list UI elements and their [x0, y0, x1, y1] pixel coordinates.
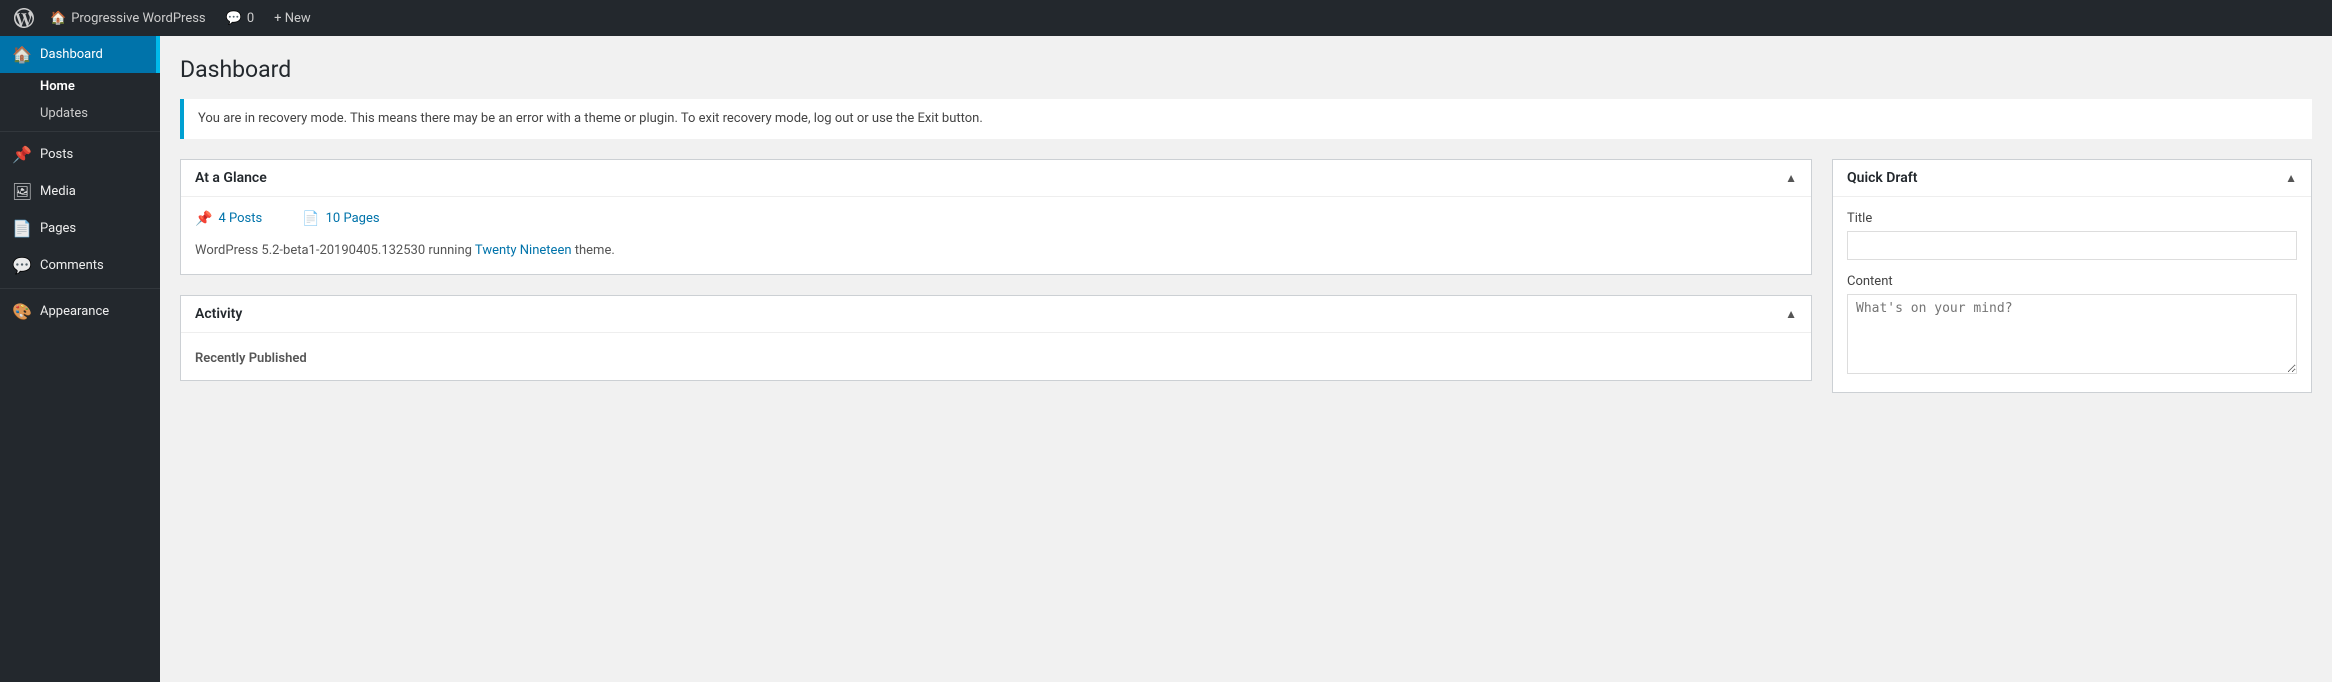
page-title: Dashboard	[180, 56, 2312, 83]
admin-bar-new[interactable]: + New	[266, 0, 319, 36]
sidebar-item-appearance[interactable]: 🎨 Appearance	[0, 293, 160, 330]
at-a-glance-toggle[interactable]: ▲	[1785, 171, 1797, 185]
home-sub-label: Home	[40, 79, 75, 94]
theme-name: Twenty Nineteen	[475, 243, 572, 258]
sidebar-subitem-updates[interactable]: Updates	[0, 100, 160, 127]
activity-body: Recently Published	[181, 333, 1811, 380]
sidebar-item-pages[interactable]: 📄 Pages	[0, 210, 160, 247]
pages-stat-icon: 📄	[302, 211, 319, 227]
dashboard-icon: 🏠	[12, 45, 32, 64]
at-a-glance-header: At a Glance ▲	[181, 160, 1811, 197]
wp-logo[interactable]	[10, 0, 38, 36]
menu-separator-1	[0, 131, 160, 132]
wp-admin: 🏠 Dashboard Home Updates 📌 Posts 🖼 Media…	[0, 36, 2332, 682]
new-label: + New	[274, 11, 311, 26]
pages-icon: 📄	[12, 219, 32, 238]
wp-version-text: WordPress 5.2-beta1-20190405.132530 runn…	[195, 243, 475, 258]
site-name: Progressive WordPress	[71, 11, 205, 26]
media-icon: 🖼	[12, 182, 32, 201]
right-column: Quick Draft ▲ Title Content	[1832, 159, 2312, 393]
quick-draft-widget: Quick Draft ▲ Title Content	[1832, 159, 2312, 393]
recovery-notice-text: You are in recovery mode. This means the…	[198, 111, 983, 126]
activity-title: Activity	[195, 306, 242, 322]
pages-stat-count: 10 Pages	[326, 211, 380, 226]
updates-sub-label: Updates	[40, 106, 88, 121]
admin-bar: 🏠 Progressive WordPress 💬 0 + New	[0, 0, 2332, 36]
comments-icon: 💬	[226, 11, 242, 26]
posts-icon: 📌	[12, 145, 32, 164]
title-input[interactable]	[1847, 231, 2297, 260]
sidebar-item-posts[interactable]: 📌 Posts	[0, 136, 160, 173]
theme-suffix: theme.	[572, 243, 615, 258]
at-a-glance-body: 📌 4 Posts 📄 10 Pages WordPress 5.2-beta1…	[181, 197, 1811, 275]
activity-header: Activity ▲	[181, 296, 1811, 333]
sidebar-posts-label: Posts	[40, 147, 73, 162]
admin-bar-site[interactable]: 🏠 Progressive WordPress	[42, 0, 214, 36]
sidebar-dashboard-label: Dashboard	[40, 47, 103, 62]
sidebar-item-media[interactable]: 🖼 Media	[0, 173, 160, 210]
title-label: Title	[1847, 211, 2297, 226]
at-a-glance-widget: At a Glance ▲ 📌 4 Posts 📄 10 Pages	[180, 159, 1812, 276]
dashboard-grid: At a Glance ▲ 📌 4 Posts 📄 10 Pages	[180, 159, 2312, 393]
theme-link[interactable]: Twenty Nineteen	[475, 243, 572, 258]
menu-separator-2	[0, 288, 160, 289]
content-textarea[interactable]	[1847, 294, 2297, 374]
at-glance-description: WordPress 5.2-beta1-20190405.132530 runn…	[195, 241, 1797, 261]
activity-widget: Activity ▲ Recently Published	[180, 295, 1812, 381]
quick-draft-toggle[interactable]: ▲	[2285, 171, 2297, 185]
quick-draft-header: Quick Draft ▲	[1833, 160, 2311, 197]
sidebar-subitem-home[interactable]: Home	[0, 73, 160, 100]
sidebar-appearance-label: Appearance	[40, 304, 109, 319]
sidebar-pages-label: Pages	[40, 221, 76, 236]
quick-draft-title: Quick Draft	[1847, 170, 1917, 186]
comments-sidebar-icon: 💬	[12, 256, 32, 275]
at-glance-stats: 📌 4 Posts 📄 10 Pages	[195, 211, 1797, 227]
appearance-icon: 🎨	[12, 302, 32, 321]
content-label: Content	[1847, 274, 2297, 289]
at-a-glance-title: At a Glance	[195, 170, 267, 186]
recovery-notice: You are in recovery mode. This means the…	[180, 99, 2312, 139]
adminmenu: 🏠 Dashboard Home Updates 📌 Posts 🖼 Media…	[0, 36, 160, 682]
posts-stat-count: 4 Posts	[218, 211, 262, 226]
activity-subtitle: Recently Published	[195, 351, 1797, 366]
posts-stat-icon: 📌	[195, 211, 212, 227]
comment-count: 0	[247, 11, 254, 26]
home-icon: 🏠	[50, 11, 66, 26]
pages-stat[interactable]: 📄 10 Pages	[302, 211, 379, 227]
sidebar-media-label: Media	[40, 184, 76, 199]
sidebar-comments-label: Comments	[40, 258, 104, 273]
quick-draft-body: Title Content	[1833, 197, 2311, 392]
admin-bar-comments[interactable]: 💬 0	[218, 0, 263, 36]
left-column: At a Glance ▲ 📌 4 Posts 📄 10 Pages	[180, 159, 1812, 393]
sidebar-item-comments[interactable]: 💬 Comments	[0, 247, 160, 284]
activity-toggle[interactable]: ▲	[1785, 307, 1797, 321]
posts-stat[interactable]: 📌 4 Posts	[195, 211, 262, 227]
sidebar-item-dashboard[interactable]: 🏠 Dashboard	[0, 36, 160, 73]
main-content: Dashboard You are in recovery mode. This…	[160, 36, 2332, 682]
